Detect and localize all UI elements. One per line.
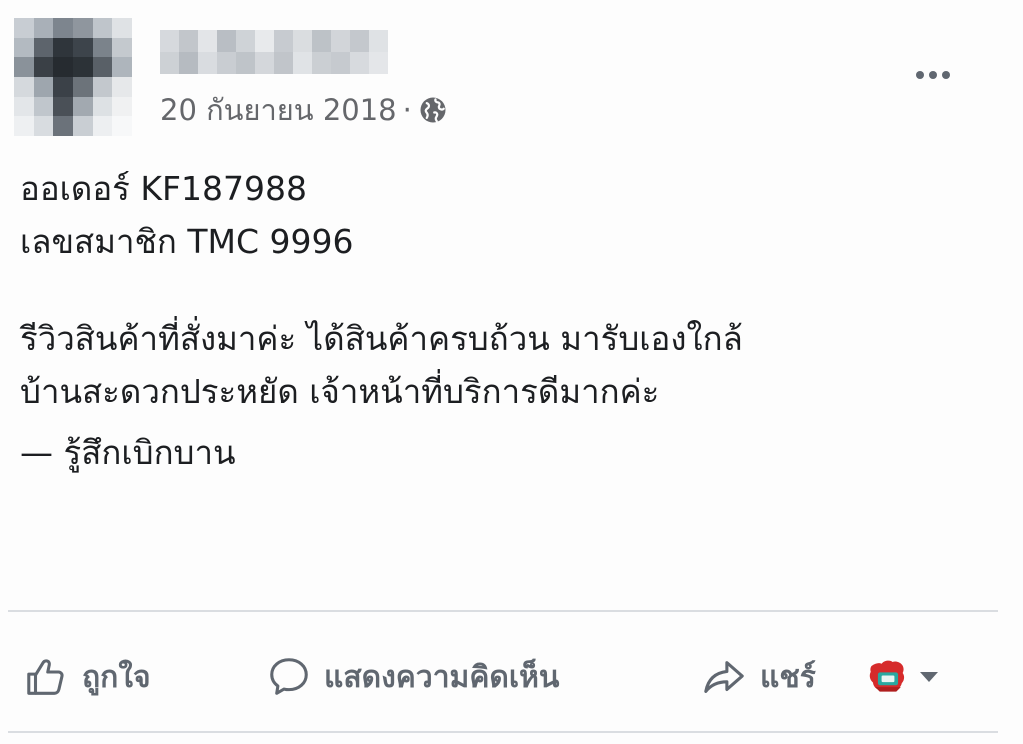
post-line-review-2: บ้านสะดวกประหยัด เจ้าหน้าที่บริการดีมากค… [20, 372, 660, 411]
post-feeling: — รู้สึกเบิกบาน [20, 433, 236, 472]
more-dots-icon [929, 71, 937, 79]
share-arrow-icon [704, 661, 744, 693]
post-date[interactable]: 20 กันยายน 2018 [160, 87, 397, 133]
author-name-redacted[interactable] [160, 30, 388, 74]
like-label: ถูกใจ [82, 659, 151, 695]
page-avatar-icon [869, 660, 905, 692]
globe-icon[interactable] [418, 95, 448, 125]
share-label: แชร์ [760, 659, 816, 695]
share-button[interactable]: แชร์ [700, 642, 816, 712]
comment-bubble-icon [270, 658, 308, 695]
meta-separator: · [402, 93, 412, 127]
post-line-order: ออเดอร์ KF187988 [20, 169, 307, 208]
thumbs-up-icon [27, 659, 64, 695]
post-text: ออเดอร์ KF187988 เลขสมาชิก TMC 9996 รีวิ… [20, 162, 1000, 479]
comment-button[interactable]: แสดงความคิดเห็น [266, 642, 559, 712]
divider [8, 731, 998, 733]
comment-label: แสดงความคิดเห็น [324, 659, 560, 695]
facebook-post: 20 กันยายน 2018 · ออเดอร์ KF187988 เลขสม… [0, 0, 1023, 744]
like-button[interactable]: ถูกใจ [24, 642, 151, 712]
post-meta: 20 กันยายน 2018 · [160, 90, 448, 130]
post-line-member: เลขสมาชิก TMC 9996 [20, 222, 354, 261]
more-options-button[interactable] [906, 60, 960, 90]
more-dots-icon [916, 71, 924, 79]
post-line-review-1: รีวิวสินค้าที่สั่งมาค่ะ ได้สินค้าครบถ้วน… [20, 319, 743, 358]
divider [8, 610, 998, 612]
more-dots-icon [942, 71, 950, 79]
post-actions-bar: ถูกใจ แสดงความคิดเห็น แชร์ [0, 642, 1023, 712]
author-avatar[interactable] [14, 18, 132, 136]
audience-selector[interactable] [866, 652, 938, 702]
chevron-down-icon [920, 672, 938, 682]
